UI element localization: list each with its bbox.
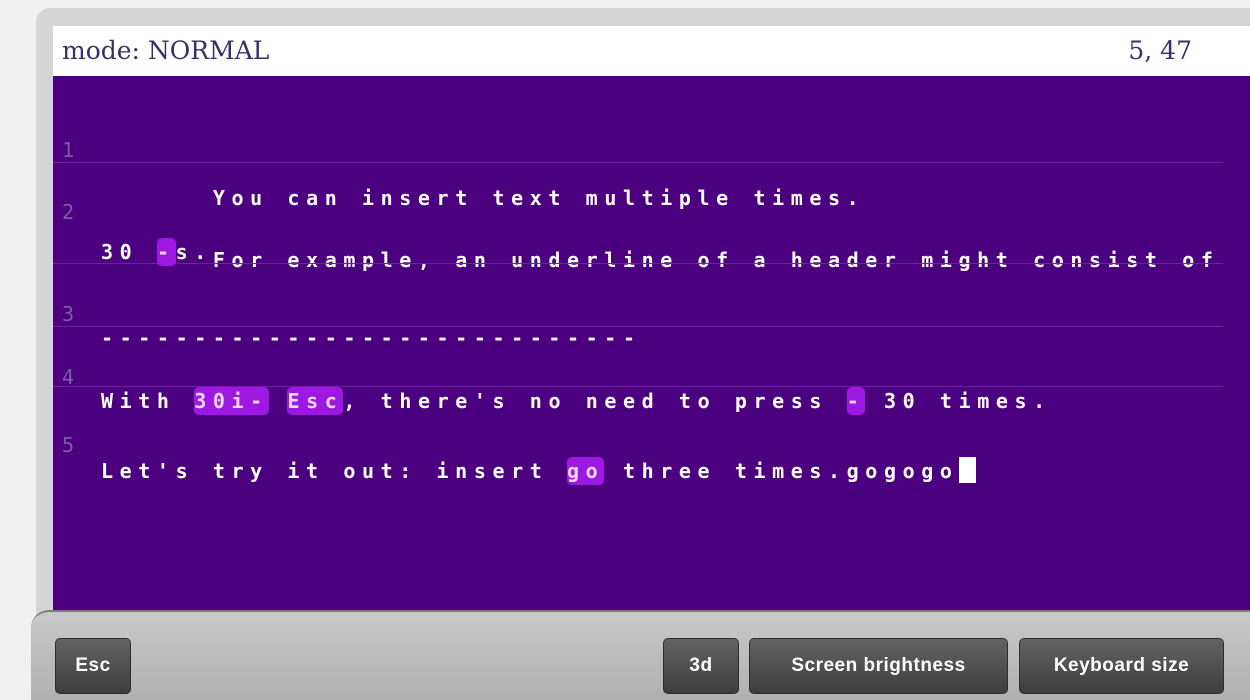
editor-area[interactable]: 1 You can insert text multiple times. 2 … (53, 76, 1250, 616)
keyboard-size-button[interactable]: Keyboard size (1019, 638, 1224, 694)
line-number: 4 (62, 365, 75, 389)
editor-line-1: 1 You can insert text multiple times. (53, 114, 1223, 210)
editor-line-5: 5 Let's try it out: insert go three time… (53, 409, 1223, 485)
esc-button[interactable]: Esc (55, 638, 131, 694)
key-highlight: go (567, 457, 605, 485)
editor-line-3: 3 ----------------------------- (53, 278, 1223, 350)
cursor-position: 5, 47 (1128, 36, 1192, 65)
line-text: 30 -s. (101, 238, 213, 266)
screen-brightness-button[interactable]: Screen brightness (749, 638, 1008, 694)
mode-indicator: mode: NORMAL (62, 36, 270, 65)
status-bar: mode: NORMAL 5, 47 (53, 26, 1250, 76)
line-number: 3 (62, 302, 75, 326)
line-number: 5 (62, 433, 75, 457)
virtual-keyboard-bar: Esc 3d Screen brightness Keyboard size (31, 610, 1250, 700)
text-cursor (958, 457, 976, 483)
3d-button[interactable]: 3d (663, 638, 739, 694)
line-text: Let's try it out: insert go three times.… (101, 457, 976, 485)
editor-line-2-wrap: 30 -s. (53, 216, 1223, 266)
editor-line-4: 4 With 30i- Esc, there's no need to pres… (53, 341, 1223, 415)
key-highlight: - (156, 238, 176, 266)
editor-line-2: 2 For example, an underline of a header … (53, 176, 1223, 272)
line-number: 1 (62, 138, 75, 162)
